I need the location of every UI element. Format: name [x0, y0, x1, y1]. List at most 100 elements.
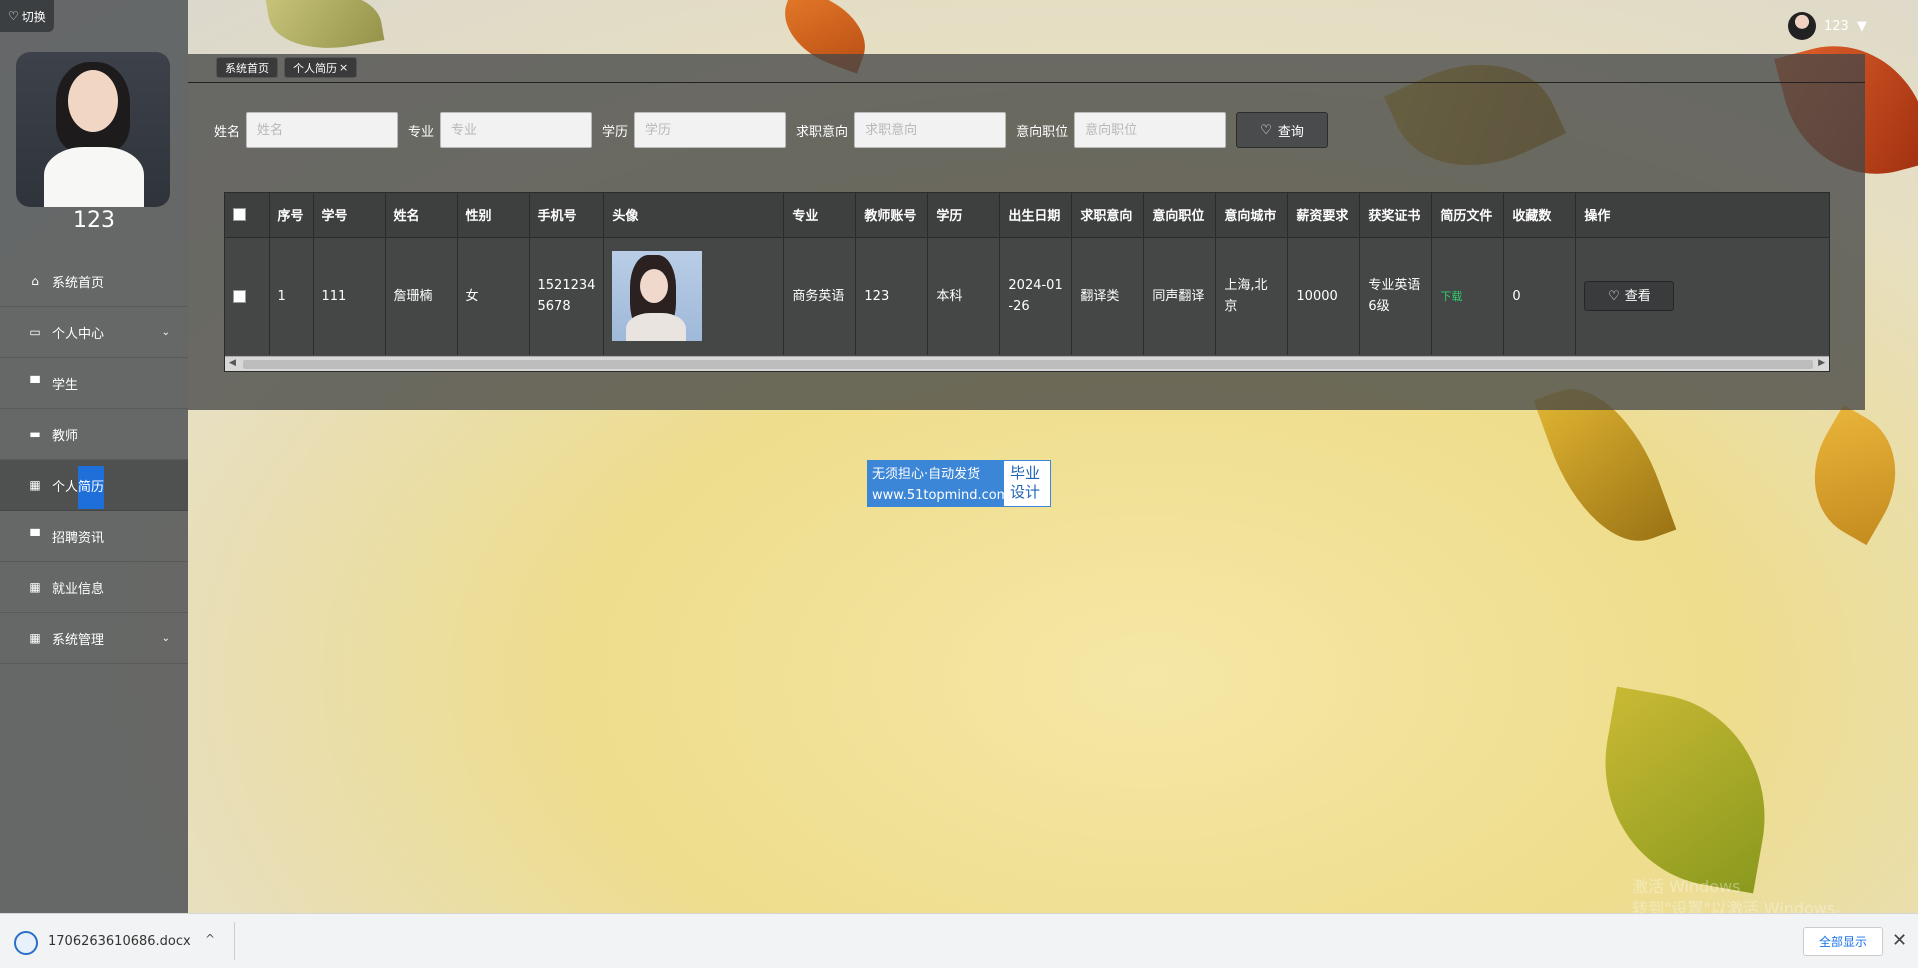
select-all-checkbox[interactable]	[233, 208, 246, 222]
avatar-image[interactable]	[612, 251, 703, 342]
column-header: 简历文件	[1431, 193, 1505, 238]
scroll-right-icon[interactable]: ▶	[1818, 358, 1825, 368]
cell-actions: ♡ 查看	[1575, 237, 1829, 355]
cell-intent: 翻译类	[1071, 237, 1145, 355]
column-header: 序号	[269, 193, 314, 238]
divider	[234, 922, 235, 960]
intent-search-input[interactable]	[854, 112, 1007, 148]
sidebar-item-profile-center[interactable]: ▭ 个人中心 ⌄	[0, 307, 188, 358]
column-header: 获奖证书	[1359, 193, 1433, 238]
sidebar-menu: ⌂ 系统首页 ▭ 个人中心 ⌄ ▀ 学生 ▬ 教师 ▦ 个人简历 ▀ 招聘资讯 …	[0, 256, 188, 664]
cell-birth-date: 2024-01 -26	[999, 237, 1073, 355]
show-all-button[interactable]: 全部显示	[1803, 927, 1883, 956]
cell-favorites: 0	[1503, 237, 1577, 355]
cell-resume-file: 下载	[1431, 237, 1505, 355]
cell-city: 上海,北京	[1215, 237, 1289, 355]
sidebar-item-teacher[interactable]: ▬ 教师	[0, 409, 188, 460]
row-select-cell	[225, 237, 270, 355]
horizontal-scrollbar[interactable]: ◀ ▶	[225, 356, 1829, 371]
download-filename[interactable]: 1706263610686.docx	[48, 934, 191, 949]
grid-icon: ▦	[29, 631, 41, 645]
sidebar-item-resume[interactable]: ▦ 个人简历	[0, 460, 188, 511]
select-all-header	[225, 193, 270, 238]
cell-gender: 女	[457, 237, 530, 355]
profile-avatar	[16, 52, 170, 207]
home-icon: ⌂	[31, 274, 39, 288]
sidebar-item-label: 教师	[52, 428, 79, 444]
table-header-row: 序号 学号 姓名 性别 手机号 头像 专业 教师账号 学历 出生日期 求职意向 …	[225, 193, 1829, 238]
major-search-input[interactable]	[440, 112, 593, 148]
chevron-down-icon: ⌄	[161, 632, 170, 644]
column-header: 姓名	[385, 193, 458, 238]
main-panel: 系统首页 个人简历 × 姓名 专业 学历 求职意向 意向职位 ♡ 查询 序号 学…	[188, 54, 1865, 410]
column-header: 薪资要求	[1287, 193, 1361, 238]
position-search-input[interactable]	[1074, 112, 1227, 148]
sidebar: ♡ 切换 123 ⌂ 系统首页 ▭ 个人中心 ⌄ ▀ 学生 ▬ 教师 ▦ 个人简…	[0, 0, 188, 913]
chevron-down-icon: ⌄	[161, 326, 170, 338]
tab-label: 系统首页	[225, 61, 269, 75]
monitor-icon: ▀	[30, 376, 40, 390]
leaf-decoration	[1585, 686, 1785, 894]
search-label-position: 意向职位	[1016, 124, 1069, 140]
search-label-education: 学历	[602, 124, 629, 140]
name-search-input[interactable]	[246, 112, 399, 148]
sidebar-item-label: 系统管理	[52, 632, 105, 648]
sidebar-item-label: 个人简历	[52, 465, 105, 509]
tab-home[interactable]: 系统首页	[216, 57, 278, 78]
cell-index: 1	[269, 237, 314, 355]
heart-icon: ♡	[1608, 288, 1620, 304]
close-icon[interactable]: ×	[339, 61, 348, 74]
sidebar-item-system-management[interactable]: ▦ 系统管理 ⌄	[0, 613, 188, 664]
sidebar-item-recruitment-news[interactable]: ▀ 招聘资讯	[0, 511, 188, 562]
row-checkbox[interactable]	[233, 289, 246, 303]
column-header: 学号	[313, 193, 386, 238]
switch-button[interactable]: ♡ 切换	[0, 0, 54, 32]
cell-salary: 10000	[1287, 237, 1361, 355]
cell-position: 同声翻译	[1143, 237, 1217, 355]
chat-icon: ▬	[29, 427, 41, 441]
query-button[interactable]: ♡ 查询	[1236, 112, 1329, 148]
sidebar-item-home[interactable]: ⌂ 系统首页	[0, 256, 188, 307]
grid-icon: ▦	[29, 580, 41, 594]
column-header: 出生日期	[999, 193, 1073, 238]
education-search-input[interactable]	[634, 112, 787, 148]
profile-icon: ▭	[29, 325, 41, 339]
leaf-decoration	[265, 0, 385, 60]
leaf-decoration	[1788, 404, 1918, 546]
switch-label: 切换	[21, 9, 46, 24]
badge-line-1: 无须担心·自动发货	[872, 467, 981, 482]
watermark-line-1: 激活 Windows	[1632, 877, 1741, 896]
search-label-major: 专业	[408, 124, 435, 140]
search-form: 姓名 专业 学历 求职意向 意向职位 ♡ 查询	[214, 112, 1329, 148]
user-menu[interactable]: 123 ▼	[1788, 12, 1867, 40]
badge-right-1: 毕业	[1010, 464, 1041, 482]
cell-phone: 1521234 5678	[529, 237, 605, 355]
cell-award: 专业英语 6级	[1359, 237, 1433, 355]
document-icon	[14, 931, 38, 955]
sidebar-item-label: 就业信息	[52, 581, 105, 597]
close-icon[interactable]: ✕	[1892, 930, 1907, 951]
column-header: 操作	[1575, 193, 1829, 238]
column-header: 求职意向	[1071, 193, 1145, 238]
tab-label: 个人简历	[293, 61, 337, 75]
chevron-up-icon[interactable]: ^	[205, 932, 215, 946]
cell-major: 商务英语	[783, 237, 857, 355]
sidebar-item-label: 系统首页	[52, 275, 105, 291]
column-header: 手机号	[529, 193, 605, 238]
avatar	[1788, 12, 1816, 40]
sidebar-item-employment-info[interactable]: ▦ 就业信息	[0, 562, 188, 613]
download-link[interactable]: 下载	[1440, 290, 1462, 303]
view-button[interactable]: ♡ 查看	[1584, 281, 1675, 312]
sidebar-item-student[interactable]: ▀ 学生	[0, 358, 188, 409]
column-header: 学历	[927, 193, 1001, 238]
column-header: 性别	[457, 193, 530, 238]
cell-education: 本科	[927, 237, 1001, 355]
scrollbar-thumb[interactable]	[243, 360, 1813, 369]
badge-line-2: www.51topmind.com	[872, 488, 1010, 503]
tab-resume[interactable]: 个人简历 ×	[284, 57, 358, 78]
query-button-label: 查询	[1277, 124, 1304, 140]
divider	[188, 82, 1865, 83]
sidebar-item-label: 学生	[52, 377, 79, 393]
scroll-left-icon[interactable]: ◀	[229, 358, 236, 368]
view-button-label: 查看	[1624, 288, 1651, 304]
